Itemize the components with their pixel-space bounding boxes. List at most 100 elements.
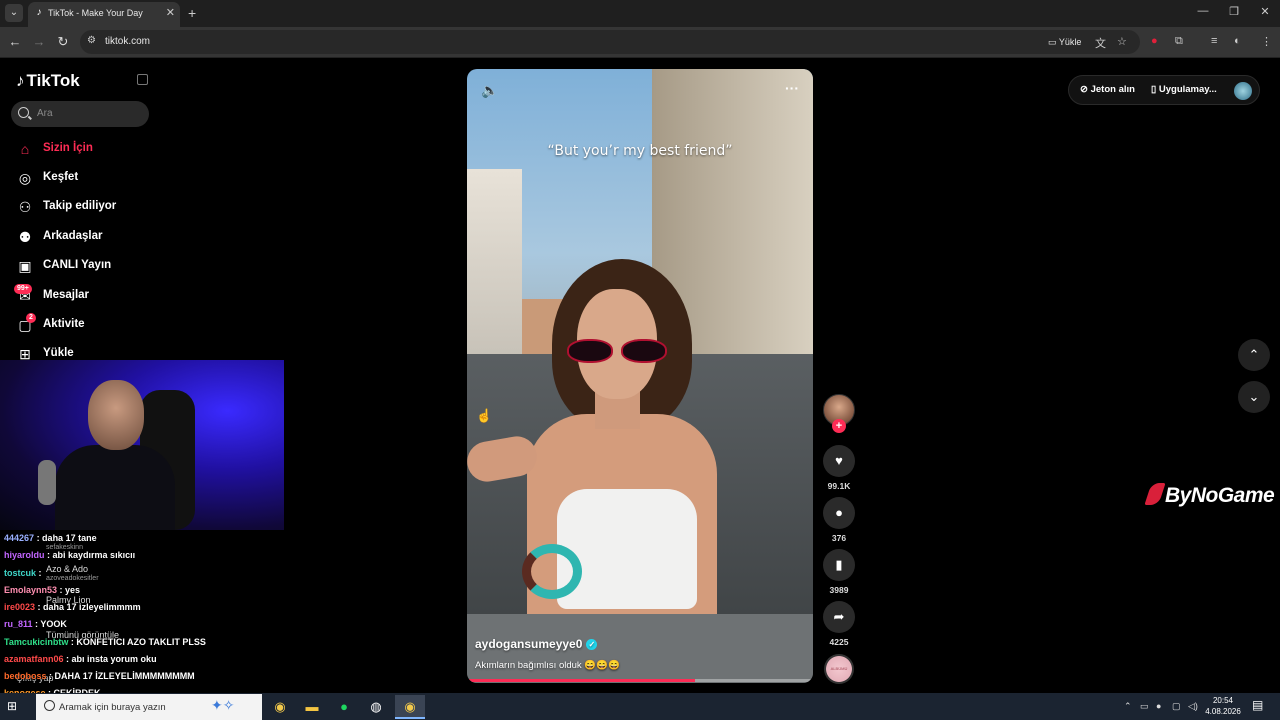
follow-plus-icon[interactable]: +	[832, 419, 846, 433]
coin-icon: ⊘	[1080, 84, 1088, 95]
chat-message: : daha 17 izleyelimmmm	[37, 602, 141, 612]
save-count: 3989	[829, 585, 849, 595]
notification-icon[interactable]: ▤	[1252, 698, 1263, 712]
site-info-icon[interactable]: ⚙	[87, 35, 96, 46]
sidebar-item-label: Aktivite	[43, 318, 85, 330]
bookmark-star-icon[interactable]: ☆	[1117, 35, 1127, 48]
translate-icon[interactable]: 文	[1095, 35, 1106, 51]
extension-red-icon[interactable]: ●	[1151, 35, 1158, 47]
sidebar-item-label: Mesajlar	[43, 289, 90, 301]
webcam-person-head	[88, 380, 144, 450]
tray-volume-icon[interactable]: ◁)	[1188, 701, 1198, 712]
taskbar-file-explorer[interactable]: ▬	[297, 695, 327, 719]
clock-date[interactable]: 4.08.2026	[1200, 707, 1246, 716]
browser-tab[interactable]: ♪ TikTok - Make Your Day ✕	[28, 2, 180, 27]
tiktok-favicon-icon: ♪	[36, 7, 42, 18]
back-icon[interactable]: ←	[7, 34, 23, 49]
sidebar-item-activity[interactable]: ▢ 2 Aktivite	[14, 313, 154, 336]
share-count: 4225	[829, 637, 849, 647]
bynogame-watermark: ByNoGame	[1144, 483, 1275, 508]
taskbar-spotify[interactable]: ●	[329, 695, 359, 719]
sidebar-item-for-you[interactable]: ⌂ Sizin İçin	[14, 138, 154, 160]
person-plus-icon: ⚇	[18, 199, 32, 215]
video-progress-bar[interactable]	[467, 679, 813, 682]
extensions-puzzle-icon[interactable]: ⧉	[1175, 35, 1183, 48]
address-bar[interactable]: ⚙ tiktok.com ▭ Yükle 文 ☆	[80, 30, 1140, 54]
chat-username: Emolaynn53	[4, 585, 58, 595]
profile-icon[interactable]: ◐	[1234, 35, 1241, 47]
save-button[interactable]: ▮	[823, 549, 855, 581]
forward-icon[interactable]: →	[31, 34, 47, 49]
chrome-icon: ◉	[404, 699, 416, 714]
sidebar-item-explore[interactable]: ◎ Keşfet	[14, 167, 154, 189]
reading-list-icon[interactable]: ≡	[1211, 35, 1217, 47]
search-input[interactable]: Ara	[11, 101, 149, 127]
sidebar-item-friends[interactable]: ⚉ Arkadaşlar	[14, 226, 154, 248]
new-tab-button[interactable]: +	[188, 5, 196, 21]
more-options-icon[interactable]: ···	[785, 80, 799, 96]
collapse-sidebar-icon[interactable]	[137, 74, 148, 85]
install-app-button[interactable]: ▭ Yükle	[1043, 34, 1086, 50]
browser-menu-icon[interactable]: ⋮	[1261, 35, 1272, 48]
video-author[interactable]: aydogansumeyye0 ✓	[475, 637, 598, 651]
sidebar-item-messages[interactable]: ✉ 99+ Mesajlar	[14, 284, 154, 307]
window-close-button[interactable]: ✕	[1255, 5, 1275, 18]
get-app-button[interactable]: ▯ Uygulamay...	[1151, 84, 1217, 95]
chat-message: : KONFETICI AZO TAKLIT PLSS	[70, 637, 206, 647]
video-player[interactable]: 🔈 ··· “But you’r my best friend” aydogan…	[467, 69, 813, 683]
tray-mic-icon[interactable]: ●	[1156, 701, 1161, 711]
tray-network-icon[interactable]: ▢	[1172, 701, 1181, 712]
music-disc[interactable]: ALBÜMÜ	[824, 654, 854, 684]
ghost-account-name: Azo & Ado	[46, 564, 89, 574]
webcam-microphone	[38, 460, 56, 505]
chat-message: : yes	[59, 585, 81, 595]
sidebar-item-label: CANLI Yayın	[43, 259, 112, 271]
chat-message: : abi kaydırma sıkıcıı	[47, 550, 136, 560]
tab-search-button[interactable]: ⌄	[5, 4, 23, 22]
get-coins-button[interactable]: ⊘ Jeton alın	[1080, 84, 1135, 95]
verified-icon: ✓	[586, 639, 598, 650]
windows-start-icon[interactable]: ⊞	[7, 699, 17, 713]
sidebar-item-label: Keşfet	[43, 171, 79, 183]
sidebar-item-following[interactable]: ⚇ Takip ediliyor	[14, 196, 154, 218]
people-icon: ⚉	[18, 229, 32, 245]
share-arrow-icon: ➦	[833, 609, 845, 624]
sidebar-item-live[interactable]: ▣ CANLI Yayın	[14, 255, 154, 277]
previous-video-button[interactable]: ⌃	[1238, 339, 1270, 371]
chat-line: Emolaynn53 : yes	[4, 585, 80, 595]
tray-app-icon[interactable]: ▭	[1140, 701, 1149, 712]
volume-icon[interactable]: 🔈	[481, 82, 498, 99]
share-button[interactable]: ➦	[823, 601, 855, 633]
user-avatar[interactable]	[1234, 82, 1252, 100]
install-label: Yükle	[1058, 37, 1082, 47]
clock-time[interactable]: 20:54	[1203, 696, 1243, 705]
sidebar-item-label: Takip ediliyor	[43, 200, 117, 212]
search-icon	[44, 700, 55, 711]
tab-close-icon[interactable]: ✕	[166, 6, 175, 19]
tiktok-logo[interactable]: ♪ TikTok	[16, 71, 80, 91]
chrome-icon: ◉	[274, 699, 286, 714]
taskbar-chrome[interactable]: ◉	[265, 695, 295, 719]
video-caption-overlay: “But you’r my best friend”	[547, 143, 733, 159]
taskbar-search-input[interactable]: Aramak için buraya yazın ✦✧	[36, 694, 262, 720]
chevron-up-icon: ⌃	[1248, 347, 1260, 362]
minimize-button[interactable]: —	[1193, 5, 1213, 17]
next-video-button[interactable]: ⌄	[1238, 381, 1270, 413]
taskbar-chrome-active[interactable]: ◉	[395, 695, 425, 719]
bookmark-icon: ▮	[835, 557, 843, 572]
taskbar-obs[interactable]: ◍	[361, 695, 391, 719]
comment-button[interactable]: ●	[823, 497, 855, 529]
reload-icon[interactable]: ↻	[55, 34, 71, 50]
restore-button[interactable]: ❐	[1224, 5, 1244, 18]
get-app-label: Uygulamay...	[1158, 84, 1217, 95]
heart-icon: ♥	[835, 453, 843, 468]
activity-badge: 2	[26, 313, 36, 323]
tray-chevron-icon[interactable]: ⌃	[1124, 701, 1132, 712]
like-button[interactable]: ♥	[823, 445, 855, 477]
comment-icon: ●	[835, 505, 843, 520]
video-bracelet	[522, 544, 582, 599]
author-name: aydogansumeyye0	[475, 637, 583, 651]
chat-line: azamatfann06 : abı insta yorum oku	[4, 654, 157, 664]
obs-icon: ◍	[370, 699, 382, 714]
chat-line: tostcuk :	[4, 568, 42, 578]
